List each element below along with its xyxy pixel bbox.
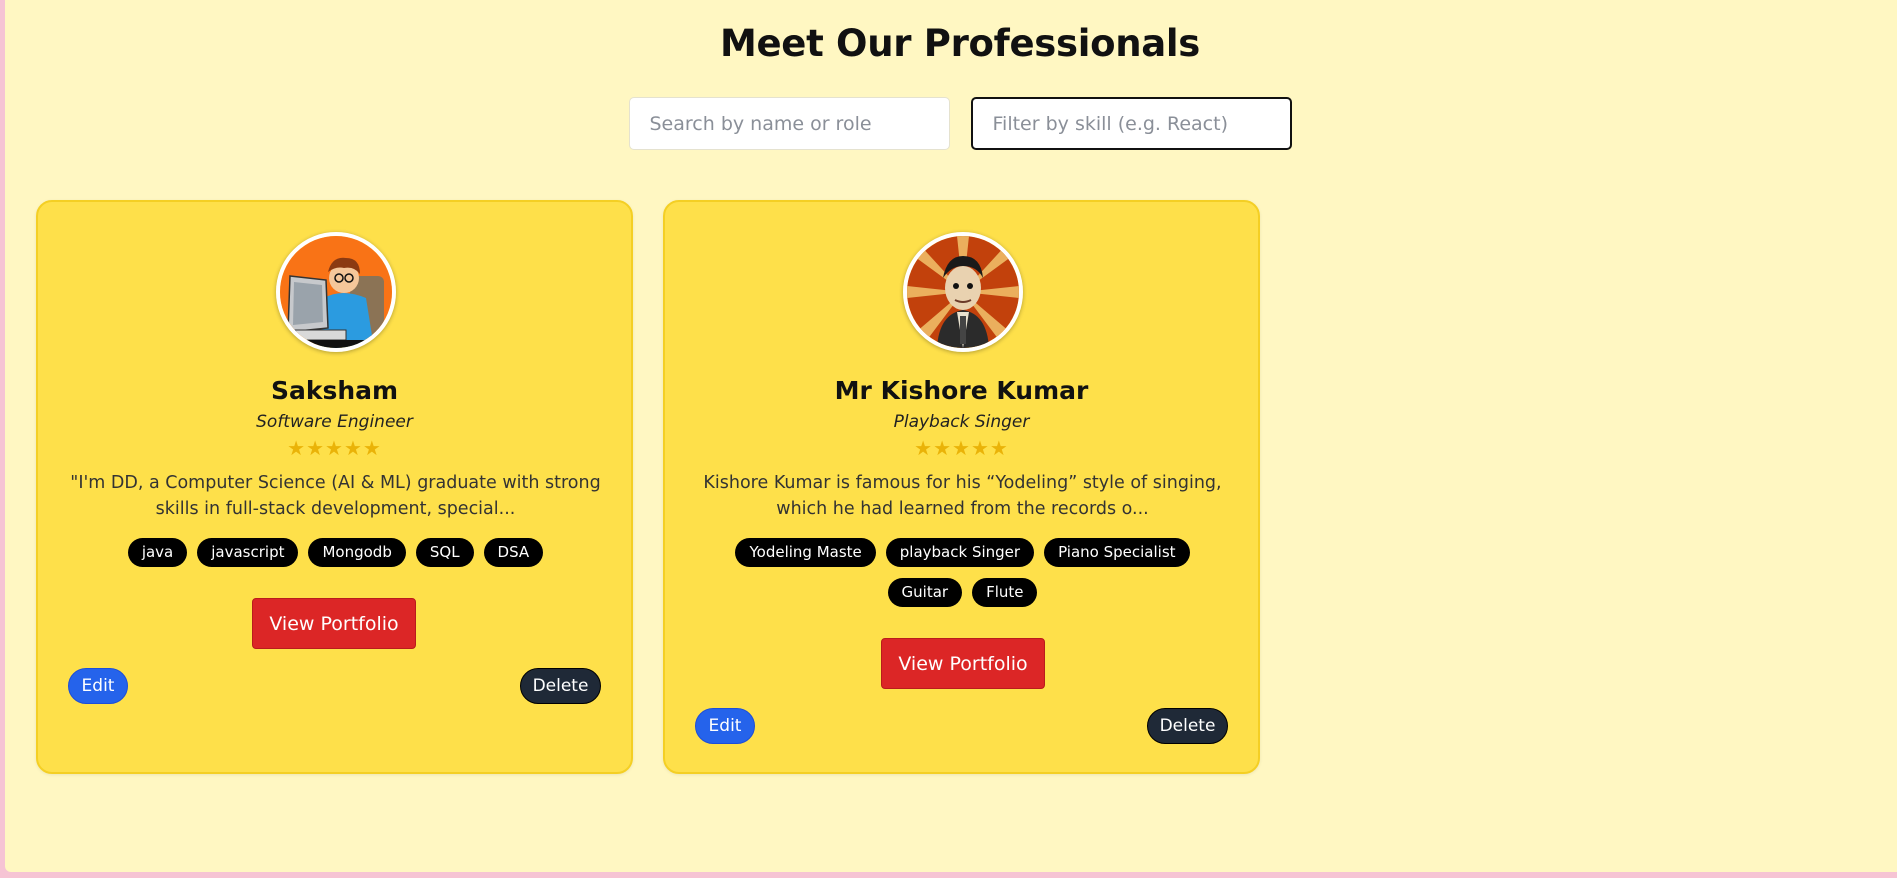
skill-chip: javascript <box>197 538 299 567</box>
skill-list: Yodeling Maste playback Singer Piano Spe… <box>695 538 1230 607</box>
rating-stars: ★★★★★ <box>287 436 382 460</box>
view-portfolio-button[interactable]: View Portfolio <box>252 598 416 649</box>
skill-chip: Yodeling Maste <box>735 538 876 567</box>
delete-button[interactable]: Delete <box>1147 708 1228 744</box>
profile-name: Saksham <box>270 376 399 405</box>
view-portfolio-button[interactable]: View Portfolio <box>881 638 1045 689</box>
search-bar <box>5 97 1897 150</box>
delete-button[interactable]: Delete <box>520 668 601 704</box>
profile-bio: "I'm DD, a Computer Science (AI & ML) gr… <box>70 473 601 519</box>
skill-chip: Mongodb <box>308 538 406 567</box>
avatar <box>903 232 1023 352</box>
profile-card: Saksham Software Engineer ★★★★★ "I'm DD,… <box>36 200 633 774</box>
page-title: Meet Our Professionals <box>719 22 1201 65</box>
skill-chip: SQL <box>415 538 474 567</box>
rating-stars: ★★★★★ <box>914 436 1009 460</box>
skill-chip: playback Singer <box>885 538 1035 567</box>
profile-name: Mr Kishore Kumar <box>834 376 1089 405</box>
search-input[interactable] <box>628 97 950 150</box>
edit-button[interactable]: Edit <box>695 708 755 744</box>
skill-chip: Guitar <box>887 578 963 607</box>
profile-role: Playback Singer <box>893 412 1030 432</box>
skill-list: java javascript Mongodb SQL DSA <box>68 538 603 567</box>
skill-filter-input[interactable] <box>970 97 1292 150</box>
skill-chip: DSA <box>483 538 544 567</box>
profile-role: Software Engineer <box>256 412 413 432</box>
skill-chip: Flute <box>972 578 1038 607</box>
skill-chip: Piano Specialist <box>1044 538 1190 567</box>
profile-card: Mr Kishore Kumar Playback Singer ★★★★★ K… <box>663 200 1260 774</box>
edit-button[interactable]: Edit <box>68 668 128 704</box>
page-background: Meet Our Professionals Saksham Software … <box>5 0 1897 872</box>
developer-cartoon-avatar-icon <box>280 236 392 348</box>
profile-bio: Kishore Kumar is famous for his “Yodelin… <box>703 473 1222 519</box>
skill-chip: java <box>127 538 188 567</box>
singer-portrait-avatar-icon <box>907 236 1019 348</box>
avatar <box>276 232 396 352</box>
